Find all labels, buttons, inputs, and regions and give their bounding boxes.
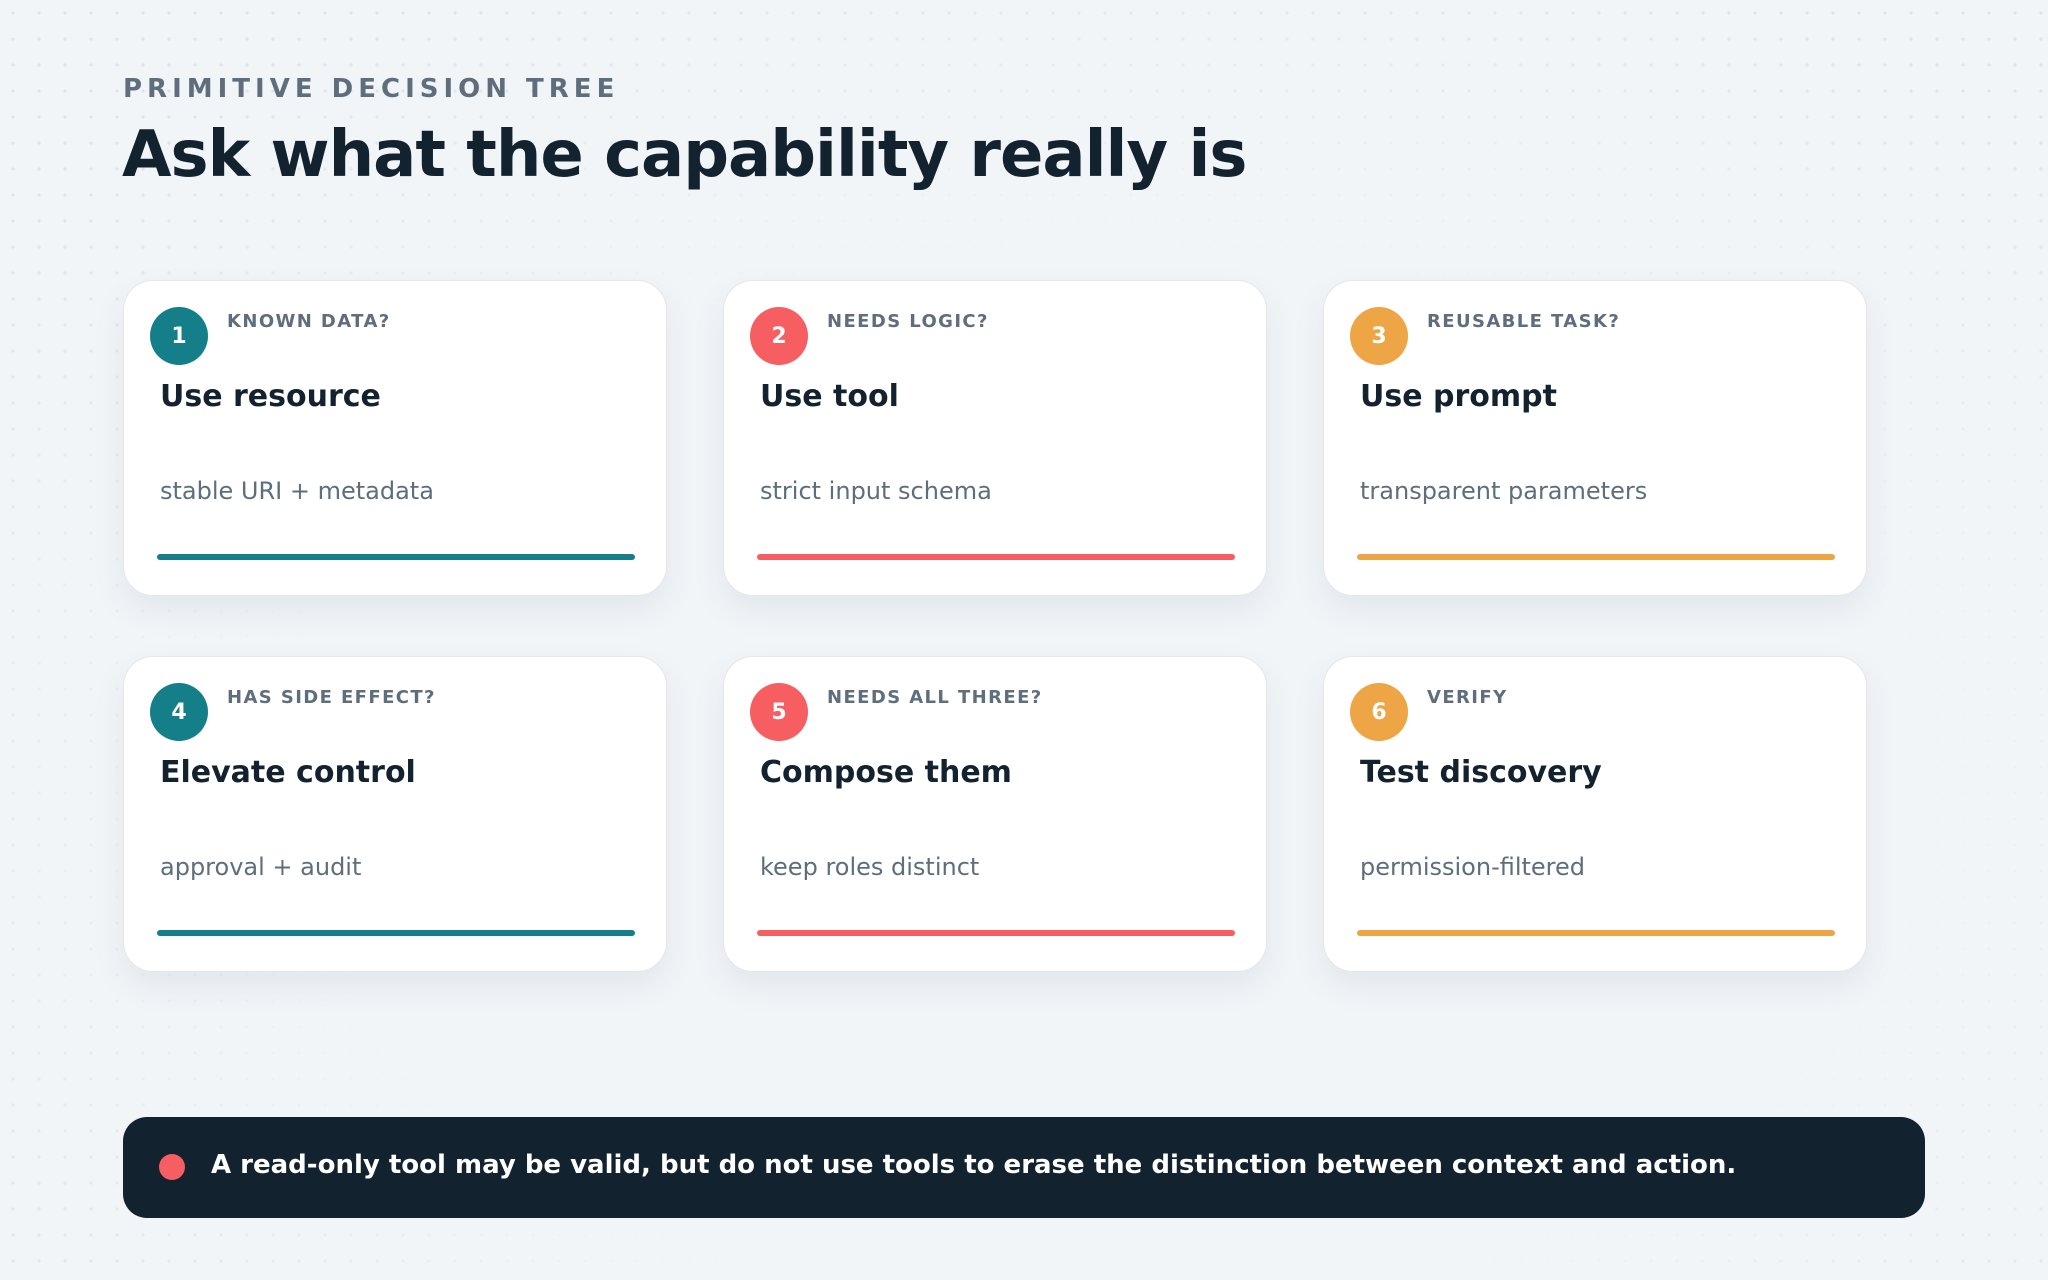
card-action: Test discovery xyxy=(1360,755,1602,790)
card-question: KNOWN DATA? xyxy=(227,311,391,332)
card-action: Elevate control xyxy=(160,755,416,790)
decision-card-2: 2 NEEDS LOGIC? Use tool strict input sch… xyxy=(723,280,1267,596)
card-accent-bar xyxy=(757,930,1235,936)
card-action: Compose them xyxy=(760,755,1012,790)
card-action: Use tool xyxy=(760,379,899,414)
step-number-badge: 1 xyxy=(150,307,208,365)
step-number-badge: 6 xyxy=(1350,683,1408,741)
step-number-badge: 3 xyxy=(1350,307,1408,365)
decision-card-3: 3 REUSABLE TASK? Use prompt transparent … xyxy=(1323,280,1867,596)
card-detail: permission-filtered xyxy=(1360,853,1586,881)
eyebrow-label: PRIMITIVE DECISION TREE xyxy=(123,74,620,104)
warning-note-text: A read-only tool may be valid, but do no… xyxy=(211,1150,1737,1180)
background-fade xyxy=(0,0,2048,1280)
card-action: Use resource xyxy=(160,379,381,414)
card-question: NEEDS ALL THREE? xyxy=(827,687,1043,708)
card-accent-bar xyxy=(757,554,1235,560)
card-detail: stable URI + metadata xyxy=(160,477,434,505)
step-number-badge: 4 xyxy=(150,683,208,741)
card-question: VERIFY xyxy=(1427,687,1508,708)
step-number-badge: 5 xyxy=(750,683,808,741)
card-accent-bar xyxy=(157,554,635,560)
card-question: HAS SIDE EFFECT? xyxy=(227,687,436,708)
decision-card-1: 1 KNOWN DATA? Use resource stable URI + … xyxy=(123,280,667,596)
card-question: REUSABLE TASK? xyxy=(1427,311,1621,332)
card-detail: approval + audit xyxy=(160,853,362,881)
card-accent-bar xyxy=(1357,930,1835,936)
alert-dot-icon xyxy=(159,1154,185,1180)
step-number-badge: 2 xyxy=(750,307,808,365)
card-accent-bar xyxy=(157,930,635,936)
card-question: NEEDS LOGIC? xyxy=(827,311,989,332)
card-action: Use prompt xyxy=(1360,379,1557,414)
card-detail: strict input schema xyxy=(760,477,992,505)
decision-card-4: 4 HAS SIDE EFFECT? Elevate control appro… xyxy=(123,656,667,972)
card-detail: transparent parameters xyxy=(1360,477,1648,505)
warning-note-banner: A read-only tool may be valid, but do no… xyxy=(123,1117,1925,1218)
decision-card-6: 6 VERIFY Test discovery permission-filte… xyxy=(1323,656,1867,972)
card-detail: keep roles distinct xyxy=(760,853,980,881)
card-accent-bar xyxy=(1357,554,1835,560)
decision-card-5: 5 NEEDS ALL THREE? Compose them keep rol… xyxy=(723,656,1267,972)
page-title: Ask what the capability really is xyxy=(122,118,1247,192)
